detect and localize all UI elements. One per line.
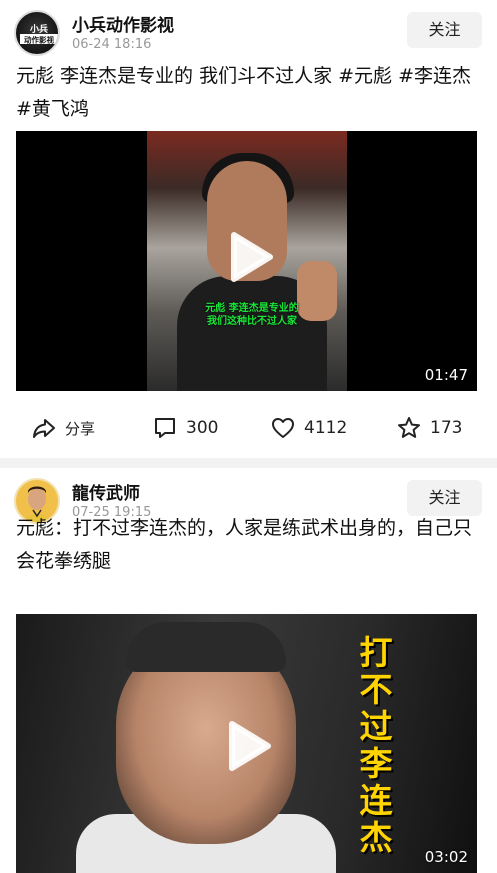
comment-count: 300	[186, 418, 219, 438]
avatar[interactable]: 小兵 动作影视	[14, 10, 60, 56]
share-button[interactable]: 分享	[31, 408, 95, 448]
feed-post: 龍传武师 07-25 19:15 关注 元彪：打不过李连杰的，人家是练武术出身的…	[0, 468, 497, 873]
star-icon	[398, 417, 420, 438]
post-time: 06-24 18:16	[72, 37, 152, 52]
feed-post: 小兵 动作影视 小兵动作影视 06-24 18:16 关注 元彪 李连杰是专业的…	[0, 0, 497, 458]
feed-divider	[0, 458, 497, 468]
author-name[interactable]: 龍传武师	[72, 479, 140, 504]
favorite-button[interactable]: 173	[396, 408, 462, 448]
post-caption[interactable]: 元彪：打不过李连杰的，人家是练武术出身的，自己只会花拳绣腿	[16, 512, 481, 578]
video-subtitle: 元彪 李连杰是专业的 我们这种比不过人家	[192, 302, 312, 328]
action-bar: 分享 300 4112 173	[0, 408, 497, 448]
comment-icon	[155, 418, 175, 438]
share-icon	[33, 419, 55, 438]
follow-button[interactable]: 关注	[407, 12, 482, 48]
comment-button[interactable]: 300	[152, 408, 218, 448]
video-player[interactable]: 元彪 李连杰是专业的 我们这种比不过人家 01:47	[16, 131, 477, 391]
channel-logo: 小兵 动作影视	[20, 23, 58, 45]
like-button[interactable]: 4112	[270, 408, 347, 448]
video-player[interactable]: 打不过李连杰 03:02	[16, 614, 477, 873]
video-duration: 03:02	[424, 848, 468, 866]
follow-button[interactable]: 关注	[407, 480, 482, 516]
subtitle-line-1: 元彪 李连杰是专业的	[205, 303, 299, 314]
logo-line-2: 动作影视	[24, 35, 54, 45]
author-name[interactable]: 小兵动作影视	[72, 11, 174, 36]
video-duration: 01:47	[424, 366, 468, 384]
play-icon[interactable]	[226, 231, 274, 283]
video-overlay-text: 打不过李连杰	[359, 633, 393, 857]
like-count: 4112	[304, 418, 348, 438]
play-icon[interactable]	[224, 720, 272, 772]
post-header: 小兵 动作影视 小兵动作影视 06-24 18:16 关注	[0, 0, 497, 66]
heart-icon	[272, 418, 294, 438]
share-label: 分享	[65, 419, 96, 438]
post-caption[interactable]: 元彪 李连杰是专业的 我们斗不过人家 #元彪 #李连杰 #黄飞鸿	[16, 60, 481, 126]
favorite-count: 173	[430, 418, 463, 438]
logo-line-1: 小兵	[29, 23, 48, 35]
subtitle-line-2: 我们这种比不过人家	[207, 316, 297, 327]
